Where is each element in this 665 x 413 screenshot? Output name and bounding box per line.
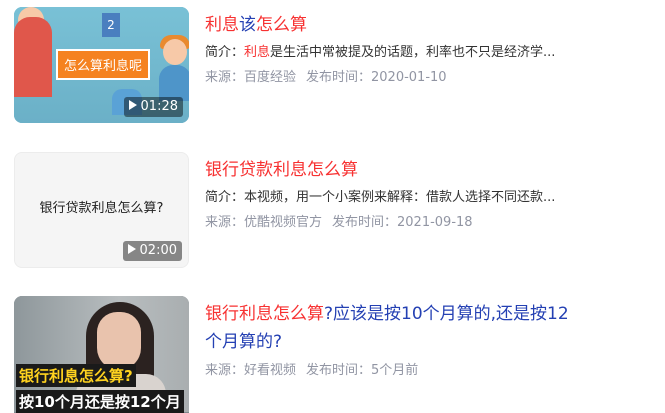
- video-thumbnail[interactable]: 银行利息怎么算? 按10个月还是按12个月: [14, 296, 189, 413]
- thumbnail-flag: 2: [102, 13, 120, 37]
- thumbnail-figure: [163, 39, 187, 65]
- desc-prefix: 简介：: [205, 190, 245, 205]
- duration-badge: 02:00: [122, 241, 182, 261]
- duration-text: 01:28: [140, 99, 178, 114]
- desc-highlight: 利息: [244, 45, 271, 60]
- thumbnail-figure: [159, 65, 189, 101]
- thumbnail-caption: 按10个月还是按12个月: [16, 390, 184, 413]
- publish-time: 发布时间：2021-09-18: [332, 215, 473, 230]
- desc-text: 本视频，用一个小案例来解释：借款人选择不同还款...: [244, 190, 556, 205]
- result-description: 简介：利息是生活中常被提及的话题，利率也不只是经济学...: [205, 44, 654, 62]
- title-highlight: 利息: [205, 15, 239, 35]
- result-meta: 来源：好看视频 发布时间：5个月前: [205, 362, 654, 380]
- result-description: 简介：本视频，用一个小案例来解释：借款人选择不同还款...: [205, 189, 654, 207]
- desc-prefix: 简介：: [205, 45, 245, 60]
- title-highlight: 银行利息怎么算: [205, 304, 324, 324]
- thumbnail-text: 银行贷款利息怎么算?: [39, 201, 164, 216]
- publish-time: 发布时间：2020-01-10: [306, 70, 447, 85]
- result-content: 银行利息怎么算?应该是按10个月算的,还是按12个月算的? 来源：好看视频 发布时…: [205, 300, 654, 380]
- video-thumbnail[interactable]: 2 怎么算利息呢 01:28: [14, 7, 189, 123]
- source-text: 来源：优酷视频官方: [205, 215, 323, 230]
- source-text: 来源：百度经验: [205, 70, 297, 85]
- play-icon: [128, 100, 137, 110]
- source-text: 来源：好看视频: [205, 363, 297, 378]
- title-text: 该: [239, 15, 256, 35]
- thumbnail-caption: 银行利息怎么算?: [16, 364, 136, 387]
- result-title-link[interactable]: 银行贷款利息怎么算: [205, 156, 654, 184]
- result-content: 银行贷款利息怎么算 简介：本视频，用一个小案例来解释：借款人选择不同还款... …: [205, 156, 654, 232]
- video-thumbnail[interactable]: 银行贷款利息怎么算? 02:00: [14, 152, 189, 268]
- thumbnail-figure: [14, 17, 52, 97]
- title-highlight: 银行贷款: [205, 160, 273, 180]
- title-highlight: 怎么算: [256, 15, 307, 35]
- thumbnail-figure: [97, 312, 141, 370]
- result-title-link[interactable]: 利息该怎么算: [205, 11, 654, 39]
- result-title-link[interactable]: 银行利息怎么算?应该是按10个月算的,还是按12个月算的?: [205, 300, 585, 356]
- duration-text: 02:00: [139, 243, 177, 258]
- duration-badge: 01:28: [123, 97, 183, 117]
- thumbnail-sign: 怎么算利息呢: [56, 49, 151, 80]
- title-highlight: 利息怎么算: [273, 160, 358, 180]
- play-icon: [127, 244, 136, 254]
- result-meta: 来源：优酷视频官方 发布时间：2021-09-18: [205, 214, 654, 232]
- result-meta: 来源：百度经验 发布时间：2020-01-10: [205, 69, 654, 87]
- publish-time: 发布时间：5个月前: [306, 363, 419, 378]
- result-content: 利息该怎么算 简介：利息是生活中常被提及的话题，利率也不只是经济学... 来源：…: [205, 11, 654, 87]
- desc-text: 是生活中常被提及的话题，利率也不只是经济学...: [270, 45, 556, 60]
